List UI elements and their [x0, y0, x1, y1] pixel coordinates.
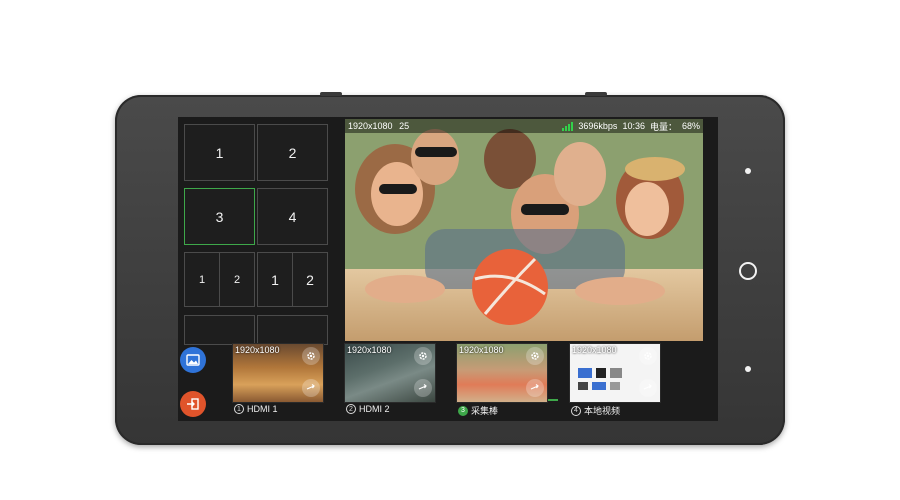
- source-label-4: 4 本地视频: [571, 404, 620, 417]
- gallery-icon: [186, 354, 200, 366]
- gear-icon[interactable]: [526, 347, 544, 365]
- volume-button: [320, 92, 342, 96]
- source-resolution: 1920x1080: [459, 345, 504, 355]
- source-name: 本地视频: [584, 406, 621, 416]
- source-label-1: 1 HDMI 1: [234, 404, 278, 414]
- home-button[interactable]: [739, 262, 757, 280]
- screen: 1 2 3 4 1 2 1 2 1920x1080 25 3696kbps 10…: [178, 117, 718, 421]
- back-button[interactable]: [745, 366, 751, 372]
- swap-icon[interactable]: [639, 379, 657, 397]
- layout-split-cell-b[interactable]: 1 2: [257, 252, 328, 307]
- layout-cell-more-b[interactable]: [257, 315, 328, 345]
- active-source-indicator: [548, 399, 558, 401]
- battery-value: 68%: [681, 121, 700, 131]
- source-thumb-4[interactable]: 1920x1080: [569, 343, 661, 403]
- source-name: 采集棒: [471, 406, 499, 416]
- split-a-left: 1: [185, 253, 220, 306]
- layout-cell-more-a[interactable]: [184, 315, 255, 345]
- swap-icon[interactable]: [526, 379, 544, 397]
- local-video-preview: [578, 368, 622, 390]
- signal-icon: [562, 121, 574, 131]
- clock: 10:36: [622, 121, 645, 131]
- layout-grid: 1 2 3 4 1 2 1 2: [184, 124, 329, 345]
- layout-cell-2[interactable]: 2: [257, 124, 328, 181]
- swap-icon[interactable]: [414, 379, 432, 397]
- gear-icon[interactable]: [414, 347, 432, 365]
- swap-icon[interactable]: [302, 379, 320, 397]
- split-a-right: 2: [233, 273, 241, 286]
- source-name: HDMI 2: [359, 404, 390, 414]
- source-thumb-1[interactable]: 1920x1080: [232, 343, 324, 403]
- source-resolution: 1920x1080: [235, 345, 280, 355]
- layout-cell-3[interactable]: 3: [184, 188, 255, 245]
- power-button: [585, 92, 607, 96]
- preview-fps: 25: [399, 121, 410, 131]
- source-label-2: 2 HDMI 2: [346, 404, 390, 414]
- source-resolution: 1920x1080: [572, 345, 617, 355]
- recent-apps-button[interactable]: [745, 168, 751, 174]
- source-name: HDMI 1: [247, 404, 278, 414]
- gallery-button[interactable]: [180, 347, 206, 373]
- source-index: 3: [458, 405, 468, 416]
- source-resolution: 1920x1080: [347, 345, 392, 355]
- device-frame: 1 2 3 4 1 2 1 2 1920x1080 25 3696kbps 10…: [115, 92, 785, 445]
- preview-status-bar: 1920x1080 25 3696kbps 10:36 电量： 68%: [345, 119, 703, 133]
- exit-icon: [187, 398, 199, 410]
- gear-icon[interactable]: [302, 347, 320, 365]
- source-label-3: 3 采集棒: [458, 404, 498, 417]
- source-thumb-2[interactable]: 1920x1080: [344, 343, 436, 403]
- main-preview[interactable]: 1920x1080 25 3696kbps 10:36 电量： 68%: [345, 119, 703, 341]
- layout-cell-4[interactable]: 4: [257, 188, 328, 245]
- bitrate: 3696kbps: [578, 121, 618, 131]
- source-index: 2: [346, 404, 356, 414]
- source-thumb-3[interactable]: 1920x1080: [456, 343, 548, 403]
- gear-icon[interactable]: [639, 347, 657, 365]
- battery-label: 电量：: [649, 121, 677, 132]
- split-b-left: 1: [258, 253, 293, 306]
- layout-split-cell-a[interactable]: 1 2: [184, 252, 255, 307]
- preview-resolution: 1920x1080: [348, 121, 393, 131]
- source-index: 4: [571, 405, 581, 416]
- layout-cell-1[interactable]: 1: [184, 124, 255, 181]
- split-b-right: 2: [306, 271, 314, 288]
- source-index: 1: [234, 404, 244, 414]
- exit-button[interactable]: [180, 391, 206, 417]
